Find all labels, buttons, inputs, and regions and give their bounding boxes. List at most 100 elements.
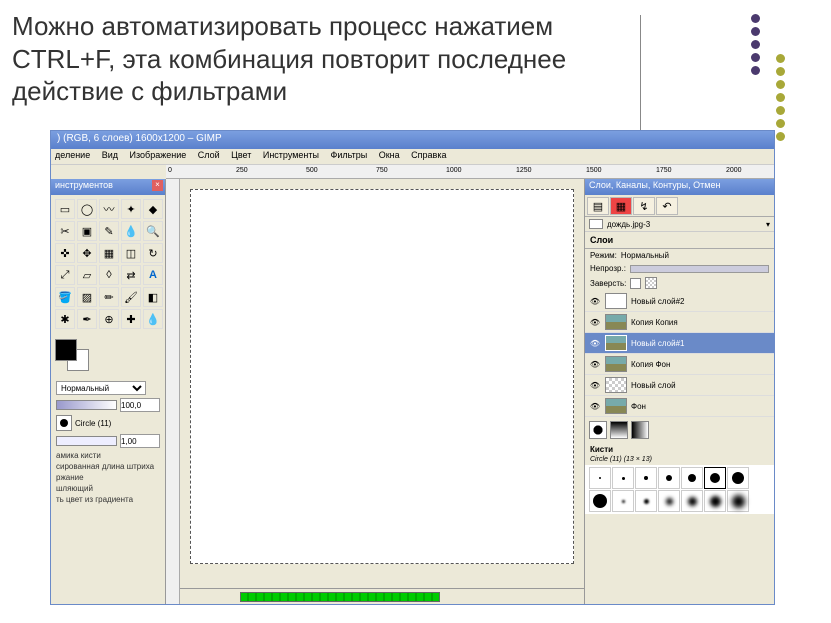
brush-item[interactable] (681, 490, 703, 512)
menubar: деление Вид Изображение Слой Цвет Инстру… (51, 149, 774, 165)
layer-row[interactable]: 👁Копия Копия (585, 312, 774, 333)
tool-rotate[interactable]: ↻ (143, 243, 163, 263)
brush-item[interactable] (589, 490, 611, 512)
tool-move[interactable]: ✥ (77, 243, 97, 263)
color-swatch[interactable] (55, 339, 161, 369)
close-icon[interactable]: × (152, 180, 163, 191)
layer-row[interactable]: 👁Новый слой (585, 375, 774, 396)
grad-swatch[interactable] (610, 421, 628, 439)
eye-icon[interactable]: 👁 (589, 295, 601, 307)
menu-item[interactable]: Вид (102, 150, 118, 160)
tab-channels-icon[interactable]: ▦ (610, 197, 632, 215)
tool-airbrush[interactable]: ✱ (55, 309, 75, 329)
tool-scale[interactable]: ⤢ (55, 265, 75, 285)
file-row[interactable]: дождь.jpg-3▾ (585, 217, 774, 232)
brush-preview[interactable] (56, 415, 72, 431)
brush-item[interactable] (704, 467, 726, 489)
tool-scissors[interactable]: ✂ (55, 221, 75, 241)
tool-ink[interactable]: ✒ (77, 309, 97, 329)
layers-panel: Слои, Каналы, Контуры, Отмен ▤ ▦ ↯ ↶ дож… (584, 179, 774, 604)
statusbar (180, 588, 584, 604)
tool-grid: ▭ ◯ 〰 ✦ ◆ ✂ ▣ ✎ 💧 🔍 ✜ ✥ ▦ ◫ ↻ ⤢ ▱ ◊ ⇄ A (51, 195, 165, 333)
tool-lasso[interactable]: 〰 (99, 199, 119, 219)
layer-row[interactable]: 👁Фон (585, 396, 774, 417)
tab-paths-icon[interactable]: ↯ (633, 197, 655, 215)
fg-color[interactable] (55, 339, 77, 361)
menu-item[interactable]: Цвет (231, 150, 251, 160)
eye-icon[interactable]: 👁 (589, 379, 601, 391)
tool-options: Нормальный Circle (11) амика кисти сиров… (51, 375, 165, 509)
brush-item[interactable] (727, 490, 749, 512)
ruler-horizontal: 0 250 500 750 1000 1250 1500 1750 2000 (166, 165, 774, 179)
eye-icon[interactable]: 👁 (589, 400, 601, 412)
slide-title: Можно автоматизировать процесс нажатием … (0, 0, 600, 114)
menu-item[interactable]: Слой (198, 150, 220, 160)
menu-item[interactable]: Фильтры (331, 150, 368, 160)
tool-wand[interactable]: ✦ (121, 199, 141, 219)
menu-item[interactable]: Инструменты (263, 150, 319, 160)
tool-gradient[interactable]: ▨ (77, 287, 97, 307)
decoration-dots (745, 10, 791, 145)
window-titlebar[interactable]: ) (RGB, 6 слоев) 1600x1200 – GIMP (51, 131, 774, 149)
brush-item[interactable] (635, 467, 657, 489)
tab-layers-icon[interactable]: ▤ (587, 197, 609, 215)
layers-list: 👁Новый слой#2 👁Копия Копия 👁Новый слой#1… (585, 291, 774, 417)
tool-rect-select[interactable]: ▭ (55, 199, 75, 219)
tool-blur[interactable]: 💧 (143, 309, 163, 329)
tool-shear[interactable]: ▱ (77, 265, 97, 285)
menu-item[interactable]: деление (55, 150, 90, 160)
progress-bar (240, 592, 440, 602)
panel-title[interactable]: Слои, Каналы, Контуры, Отмен (585, 179, 774, 195)
panel-tabs: ▤ ▦ ↯ ↶ (585, 195, 774, 217)
tool-zoom[interactable]: 🔍 (143, 221, 163, 241)
scale-input[interactable] (120, 434, 160, 448)
tool-crop[interactable]: ◫ (121, 243, 141, 263)
brush-item[interactable] (589, 467, 611, 489)
menu-item[interactable]: Окна (379, 150, 400, 160)
tool-perspective[interactable]: ◊ (99, 265, 119, 285)
tool-text[interactable]: A (143, 265, 163, 285)
layer-row[interactable]: 👁Копия Фон (585, 354, 774, 375)
eye-icon[interactable]: 👁 (589, 316, 601, 328)
brush-item[interactable] (658, 490, 680, 512)
tab-undo-icon[interactable]: ↶ (656, 197, 678, 215)
lock-checkbox[interactable] (630, 278, 641, 289)
menu-item[interactable]: Справка (411, 150, 446, 160)
tool-ellipse-select[interactable]: ◯ (77, 199, 97, 219)
tool-clone[interactable]: ⊕ (99, 309, 119, 329)
canvas[interactable] (190, 189, 574, 564)
brush-item[interactable] (681, 467, 703, 489)
tool-heal[interactable]: ✚ (121, 309, 141, 329)
tool-align[interactable]: ▦ (99, 243, 119, 263)
brush-item[interactable] (612, 490, 634, 512)
brush-name: Circle (11) (75, 419, 111, 428)
tool-picker[interactable]: 💧 (121, 221, 141, 241)
eye-icon[interactable]: 👁 (589, 358, 601, 370)
layer-row[interactable]: 👁Новый слой#2 (585, 291, 774, 312)
brush-item[interactable] (704, 490, 726, 512)
brush-item[interactable] (727, 467, 749, 489)
brush-grid (585, 465, 774, 514)
layer-row[interactable]: 👁Новый слой#1 (585, 333, 774, 354)
tool-pencil[interactable]: ✏ (99, 287, 119, 307)
eye-icon[interactable]: 👁 (589, 337, 601, 349)
brush-item[interactable] (658, 467, 680, 489)
gradient-row (585, 417, 774, 443)
tool-bucket[interactable]: 🪣 (55, 287, 75, 307)
grad-swatch[interactable] (631, 421, 649, 439)
tool-color-select[interactable]: ◆ (143, 199, 163, 219)
menu-item[interactable]: Изображение (130, 150, 187, 160)
tool-measure[interactable]: ✜ (55, 243, 75, 263)
tool-flip[interactable]: ⇄ (121, 265, 141, 285)
tool-paths[interactable]: ✎ (99, 221, 119, 241)
tool-foreground[interactable]: ▣ (77, 221, 97, 241)
opacity-input[interactable] (120, 398, 160, 412)
toolbox-title[interactable]: инструментов × (51, 179, 165, 195)
brush-item[interactable] (635, 490, 657, 512)
tool-brush[interactable]: 🖌 (121, 287, 141, 307)
mode-select[interactable]: Нормальный (56, 381, 146, 395)
grad-swatch[interactable] (589, 421, 607, 439)
tool-eraser[interactable]: ◧ (143, 287, 163, 307)
toolbox-panel: инструментов × ▭ ◯ 〰 ✦ ◆ ✂ ▣ ✎ 💧 🔍 ✜ ✥ ▦… (51, 179, 166, 604)
brush-item[interactable] (612, 467, 634, 489)
